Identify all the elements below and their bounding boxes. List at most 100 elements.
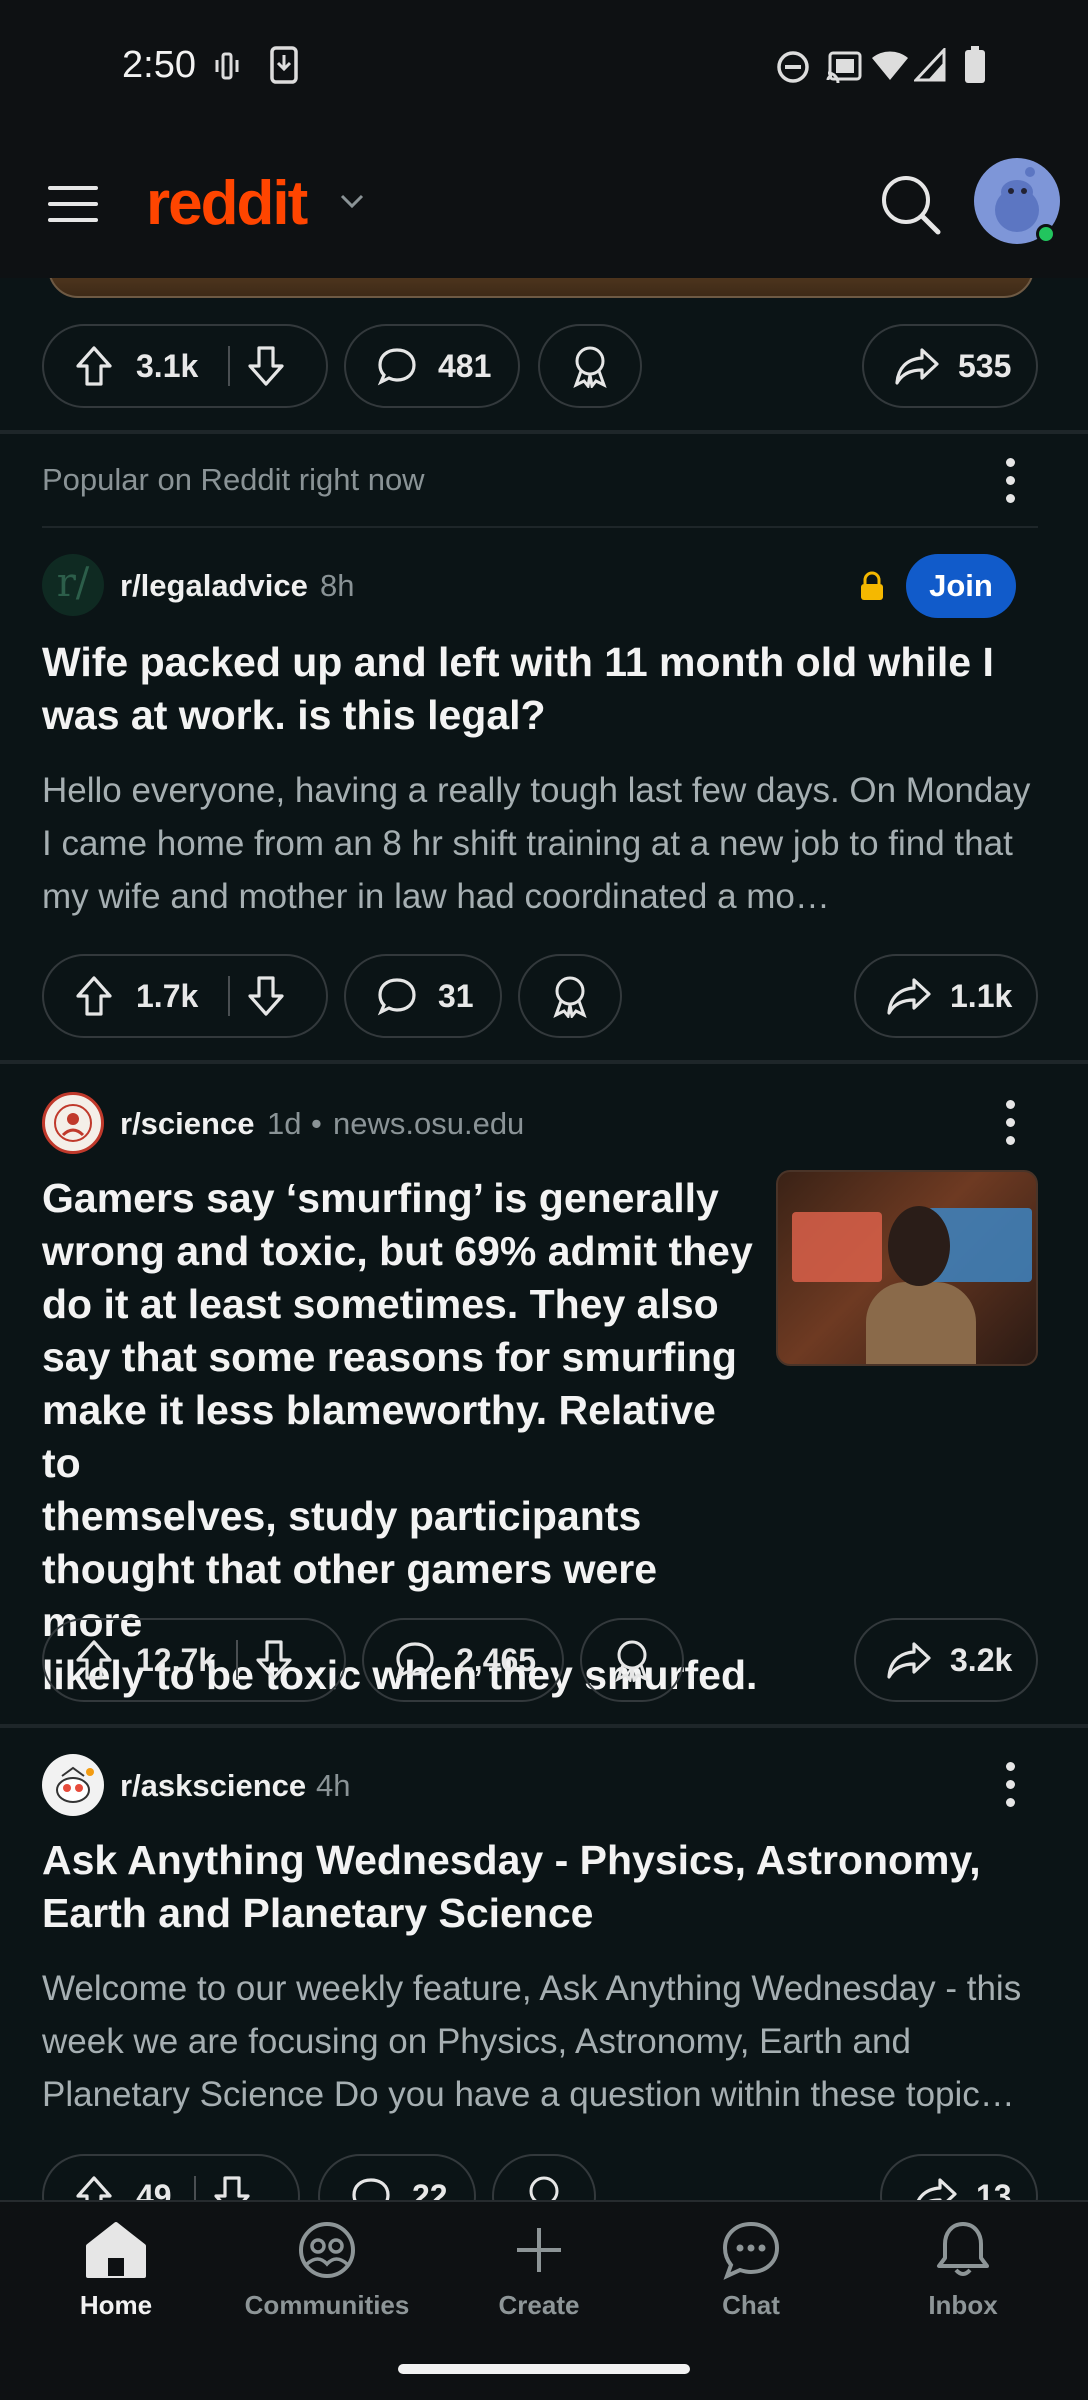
previous-post-image[interactable]	[48, 278, 1034, 298]
divider	[42, 526, 1038, 528]
share-count: 535	[958, 347, 1012, 384]
post-title-line: Wife packed up and left with 11 month ol…	[42, 639, 994, 685]
subreddit-name[interactable]: r/science	[120, 1106, 254, 1142]
post-title-line: Earth and Planetary Science	[42, 1890, 594, 1936]
comment-count: 481	[438, 347, 492, 384]
award-icon	[615, 1640, 649, 1682]
plus-icon	[517, 2228, 561, 2272]
post-title-line: themselves, study participants	[42, 1493, 642, 1539]
comments-button[interactable]: 31	[344, 954, 502, 1038]
menu-icon[interactable]	[48, 184, 98, 224]
subreddit-name[interactable]: r/legaladvice	[120, 568, 308, 604]
section-overflow-icon[interactable]	[1004, 458, 1018, 512]
chevron-down-icon[interactable]	[338, 192, 366, 210]
share-count: 3.2k	[950, 1641, 1013, 1678]
share-icon	[887, 1642, 931, 1679]
nav-label: Chat	[722, 2290, 780, 2320]
award-button[interactable]	[518, 954, 622, 1038]
upvote-icon[interactable]	[74, 975, 114, 1017]
upvote-count: 3.1k	[136, 347, 199, 384]
battery-icon	[965, 46, 985, 83]
post-body[interactable]: Hello everyone, having a really tough la…	[42, 764, 1042, 923]
comments-button[interactable]: 22	[318, 2154, 476, 2200]
share-count: 13	[976, 2177, 1012, 2201]
downvote-icon[interactable]	[254, 1639, 294, 1681]
bell-icon	[937, 2222, 989, 2276]
award-icon	[553, 976, 587, 1018]
vote-bar: 49	[42, 2154, 300, 2200]
comment-icon	[352, 2178, 390, 2200]
join-button[interactable]: Join	[906, 554, 1016, 618]
upvote-icon[interactable]	[74, 2175, 114, 2200]
upvote-icon[interactable]	[74, 1639, 114, 1681]
downvote-icon[interactable]	[246, 345, 286, 387]
post-overflow-icon[interactable]	[1004, 1100, 1018, 1154]
upvote-count: 12.7k	[136, 1641, 217, 1678]
post-thumbnail[interactable]	[776, 1170, 1038, 1366]
post-title[interactable]: Wife packed up and left with 11 month ol…	[42, 636, 994, 742]
download-notification-icon	[270, 46, 298, 84]
post-title[interactable]: Ask Anything Wednesday - Physics, Astron…	[42, 1834, 981, 1940]
science-logo-icon	[54, 1104, 92, 1142]
vote-bar: 12.7k	[42, 1618, 346, 1702]
award-icon	[529, 2176, 559, 2200]
post-age: 1d	[267, 1106, 302, 1141]
share-icon	[916, 2178, 957, 2200]
nav-communities[interactable]: Communities	[232, 2220, 422, 2321]
divider	[0, 1724, 1088, 1728]
search-icon[interactable]	[880, 174, 942, 236]
feed[interactable]: 3.1k 481 535 Popular on Reddit right now…	[0, 278, 1088, 2200]
award-button[interactable]	[538, 324, 642, 408]
nav-label: Create	[498, 2290, 580, 2320]
post-title-line: Ask Anything Wednesday - Physics, Astron…	[42, 1837, 981, 1883]
post-title-line: wrong and toxic, but 69% admit they	[42, 1228, 753, 1274]
share-button[interactable]: 1.1k	[854, 954, 1038, 1038]
do-not-disturb-icon	[777, 51, 809, 83]
lock-icon	[861, 571, 883, 600]
vote-bar: 3.1k	[42, 324, 328, 408]
section-label: Popular on Reddit right now	[42, 462, 425, 497]
upvote-icon[interactable]	[74, 345, 114, 387]
reddit-logo[interactable]: reddit	[146, 168, 308, 239]
nav-create[interactable]: Create	[444, 2220, 634, 2321]
status-time: 2:50	[122, 44, 196, 86]
gesture-handle[interactable]	[398, 2364, 690, 2374]
online-status-dot	[1036, 224, 1056, 244]
chat-icon	[722, 2221, 780, 2280]
post-age: 4h	[316, 1768, 351, 1803]
post-title-line: make it less blameworthy. Relative to	[42, 1387, 716, 1486]
share-button[interactable]: 535	[862, 324, 1038, 408]
subreddit-name[interactable]: r/askscience	[120, 1768, 306, 1804]
share-button[interactable]: 3.2k	[854, 1618, 1038, 1702]
downvote-icon[interactable]	[212, 2175, 252, 2200]
post-domain[interactable]: news.osu.edu	[333, 1106, 524, 1142]
nav-label: Inbox	[928, 2290, 998, 2320]
thumbnail-person-head	[888, 1206, 950, 1286]
app-header: reddit	[0, 140, 1088, 278]
post-body[interactable]: Welcome to our weekly feature, Ask Anyth…	[42, 1962, 1042, 2121]
upvote-count: 49	[136, 2177, 172, 2201]
nav-home[interactable]: Home	[21, 2220, 211, 2321]
award-icon	[573, 346, 607, 388]
comments-button[interactable]: 2,465	[362, 1618, 564, 1702]
nav-chat[interactable]: Chat	[656, 2220, 846, 2321]
comment-icon	[377, 978, 416, 1016]
share-icon	[895, 348, 939, 385]
award-button[interactable]	[492, 2154, 596, 2200]
nav-inbox[interactable]: Inbox	[868, 2220, 1058, 2321]
subreddit-avatar[interactable]	[42, 1754, 104, 1816]
subreddit-avatar[interactable]	[42, 1092, 104, 1154]
meta-separator: •	[311, 1106, 322, 1141]
divider	[0, 1060, 1088, 1064]
divider	[0, 430, 1088, 434]
wifi-icon	[872, 51, 908, 80]
downvote-icon[interactable]	[246, 975, 286, 1017]
thumbnail-monitor-left	[792, 1212, 882, 1282]
comments-button[interactable]: 481	[344, 324, 520, 408]
comment-count: 22	[412, 2177, 448, 2201]
post-overflow-icon[interactable]	[1004, 1762, 1018, 1816]
award-button[interactable]	[580, 1618, 684, 1702]
share-button[interactable]: 13	[880, 2154, 1038, 2200]
nav-label: Communities	[244, 2290, 410, 2320]
subreddit-avatar[interactable]: r/	[42, 554, 104, 616]
